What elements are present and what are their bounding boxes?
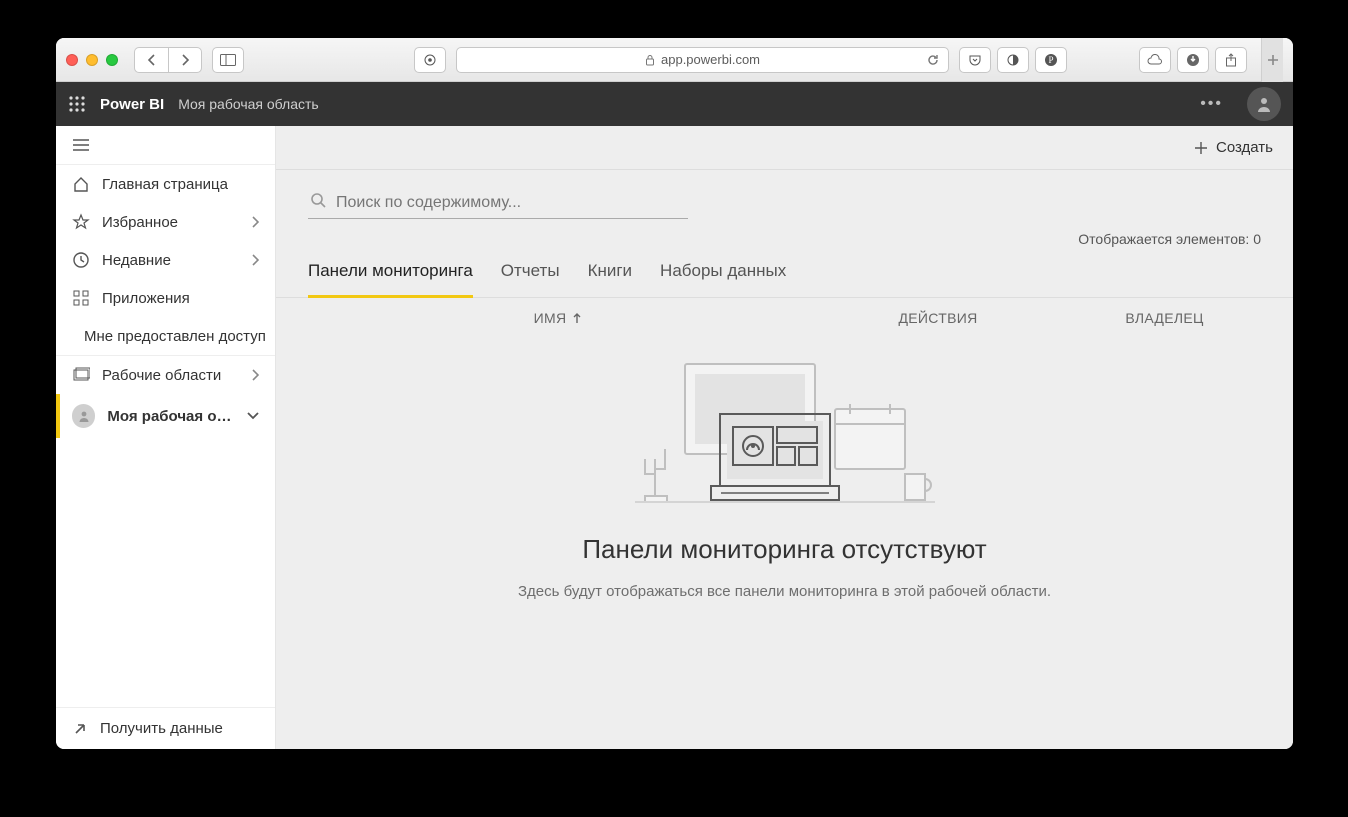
sort-asc-icon	[572, 312, 582, 324]
sidebar-toggle-button[interactable]	[212, 47, 244, 73]
sidebar-item-home[interactable]: Главная страница	[56, 165, 275, 203]
download-icon	[1186, 53, 1200, 67]
app-launcher-icon[interactable]	[68, 95, 86, 113]
sidebar-item-workspaces[interactable]: Рабочие области	[56, 356, 275, 394]
apps-icon	[72, 289, 90, 307]
sidebar-item-label: Мне предоставлен доступ	[84, 328, 266, 345]
tab-dashboards[interactable]: Панели мониторинга	[308, 247, 473, 298]
browser-titlebar: app.powerbi.com P	[56, 38, 1293, 82]
sidebar-item-shared[interactable]: Мне предоставлен доступ	[56, 317, 275, 355]
gear-icon	[422, 52, 438, 68]
app-header: Power BI Моя рабочая область •••	[56, 82, 1293, 126]
pocket-icon	[968, 53, 982, 67]
workspaces-icon	[72, 366, 90, 384]
chevron-right-icon	[180, 54, 190, 66]
sidebar-item-recent[interactable]: Недавние	[56, 241, 275, 279]
star-icon	[72, 213, 90, 231]
browser-window: app.powerbi.com P Power BI Моя рабочая о…	[56, 38, 1293, 749]
content-tabs: Панели мониторинга Отчеты Книги Наборы д…	[276, 247, 1293, 298]
more-options-button[interactable]: •••	[1190, 89, 1233, 119]
forward-button[interactable]	[168, 47, 202, 73]
get-data-button[interactable]: Получить данные	[56, 707, 275, 749]
column-headers: ИМЯ ДЕЙСТВИЯ ВЛАДЕЛЕЦ	[276, 298, 1293, 326]
get-data-label: Получить данные	[100, 720, 223, 737]
sidebar-item-label: Приложения	[102, 290, 190, 307]
tab-reports[interactable]: Отчеты	[501, 247, 560, 297]
sidebar-item-apps[interactable]: Приложения	[56, 279, 275, 317]
new-tab-button[interactable]	[1261, 38, 1283, 82]
cloud-button[interactable]	[1139, 47, 1171, 73]
swirl-icon	[1006, 53, 1020, 67]
cloud-icon	[1146, 54, 1164, 66]
pinterest-ext-button[interactable]: P	[1035, 47, 1067, 73]
chevron-down-icon	[247, 412, 259, 420]
address-bar[interactable]: app.powerbi.com	[456, 47, 949, 73]
sidebar-item-label: Моя рабочая об...	[107, 408, 235, 425]
sidebar-item-label: Избранное	[102, 214, 178, 231]
empty-title: Панели мониторинга отсутствуют	[582, 534, 986, 565]
person-icon	[1255, 95, 1273, 113]
reader-settings-button[interactable]	[414, 47, 446, 73]
back-button[interactable]	[134, 47, 168, 73]
chevron-right-icon	[251, 216, 259, 228]
items-count-label: Отображается элементов: 0	[1078, 231, 1261, 247]
column-name[interactable]: ИМЯ	[308, 310, 808, 326]
zoom-window-button[interactable]	[106, 54, 118, 66]
main-content: Создать Отображается элементов: 0 Панели…	[276, 126, 1293, 749]
window-controls	[66, 54, 118, 66]
plus-icon	[1194, 141, 1208, 155]
svg-text:P: P	[1048, 55, 1053, 65]
search-icon	[310, 192, 328, 210]
clock-icon	[72, 251, 90, 269]
empty-illustration-icon	[625, 354, 945, 504]
lock-icon	[645, 54, 655, 66]
sidebar-collapse-button[interactable]	[56, 126, 275, 165]
app-name[interactable]: Power BI	[100, 96, 164, 113]
column-owner: ВЛАДЕЛЕЦ	[1068, 310, 1261, 326]
empty-state: Панели мониторинга отсутствуют Здесь буд…	[276, 326, 1293, 630]
pinterest-icon: P	[1044, 53, 1058, 67]
sidebar-item-label: Главная страница	[102, 176, 228, 193]
url-text: app.powerbi.com	[661, 52, 760, 67]
pocket-ext-button[interactable]	[959, 47, 991, 73]
arrow-out-icon	[72, 721, 88, 737]
sidebar-item-my-workspace[interactable]: Моя рабочая об...	[56, 394, 275, 438]
sidebar-item-label: Недавние	[102, 252, 171, 269]
chevron-left-icon	[147, 54, 157, 66]
downloads-button[interactable]	[1177, 47, 1209, 73]
reload-icon[interactable]	[926, 53, 940, 67]
sidebar: Главная страница Избранное Недавние Прил…	[56, 126, 276, 749]
search-input[interactable]	[308, 188, 688, 219]
account-button[interactable]	[1247, 87, 1281, 121]
hamburger-icon	[72, 138, 90, 152]
minimize-window-button[interactable]	[86, 54, 98, 66]
chevron-right-icon	[251, 254, 259, 266]
command-bar: Создать	[276, 126, 1293, 170]
workspace-breadcrumb[interactable]: Моя рабочая область	[178, 96, 319, 112]
create-button[interactable]: Создать	[1194, 139, 1273, 156]
create-label: Создать	[1216, 139, 1273, 156]
home-icon	[72, 175, 90, 193]
ext-button-2[interactable]	[997, 47, 1029, 73]
tab-datasets[interactable]: Наборы данных	[660, 247, 786, 297]
plus-icon	[1267, 54, 1279, 66]
sidebar-icon	[220, 54, 236, 66]
sidebar-item-label: Рабочие области	[102, 367, 221, 384]
share-button[interactable]	[1215, 47, 1247, 73]
chevron-right-icon	[251, 369, 259, 381]
share-icon	[1225, 53, 1237, 67]
sidebar-item-favorites[interactable]: Избранное	[56, 203, 275, 241]
workspace-avatar-icon	[72, 404, 95, 428]
nav-back-forward	[134, 47, 202, 73]
tab-workbooks[interactable]: Книги	[588, 247, 632, 297]
empty-subtitle: Здесь будут отображаться все панели мони…	[518, 581, 1051, 602]
close-window-button[interactable]	[66, 54, 78, 66]
column-actions: ДЕЙСТВИЯ	[808, 310, 1068, 326]
